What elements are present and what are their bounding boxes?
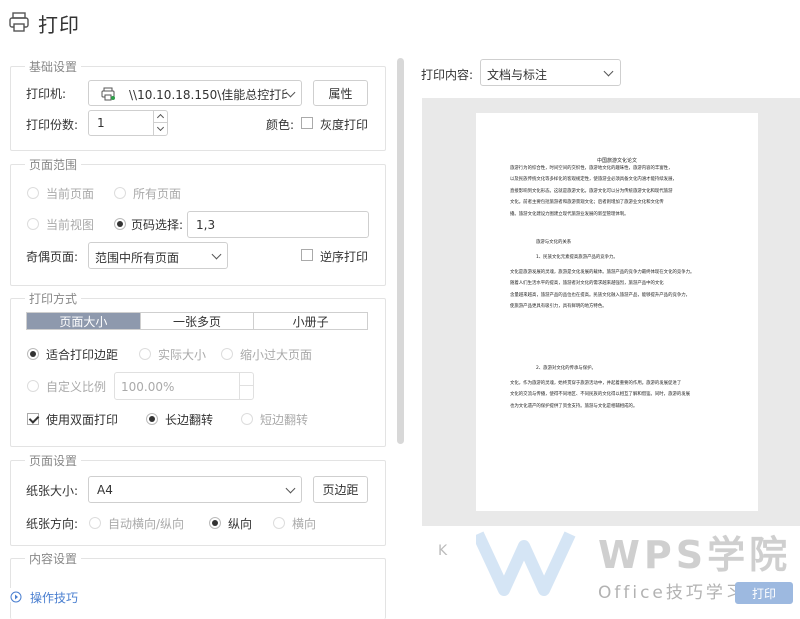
properties-button[interactable]: 属性 (313, 80, 368, 106)
copies-value: 1 (97, 116, 105, 130)
first-page-icon[interactable]: K (438, 543, 447, 559)
chevron-down-icon (285, 87, 296, 98)
current-view-label: 当前视图 (46, 218, 95, 232)
actual-size-label: 实际大小 (158, 348, 207, 362)
grayscale-checkbox[interactable] (301, 117, 313, 129)
section-title-range: 页面范围 (25, 156, 82, 173)
preview-paragraph: 1、民族文化元素提高旅游产品的竞争力。 (536, 255, 618, 260)
tab-booklet[interactable]: 小册子 (253, 313, 367, 329)
grayscale-label: 灰度打印 (320, 118, 369, 132)
paper-size-select[interactable]: A4 (88, 476, 302, 503)
printer-select[interactable]: \\10.10.18.150\佳能总控打印 (88, 80, 302, 106)
printer-icon (8, 11, 30, 36)
dialog-title: 打印 (38, 12, 80, 37)
copies-stepper[interactable]: 1 (88, 110, 168, 136)
auto-orientation-label: 自动横向/纵向 (108, 517, 185, 531)
preview-paragraph: 旅游行为的综合性，时间空间的交织性，旅游地文化的趣味性，旅游内容的丰富性， 以及… (510, 166, 677, 217)
portrait-label: 纵向 (228, 517, 253, 531)
page-select-value: 1,3 (196, 218, 216, 232)
chevron-down-icon (211, 249, 222, 260)
preview-paragraph: 文化，作为旅游的灵魂，始终贯穿于旅游活动中，并起着重要的作用。旅游的发展促进了 … (510, 381, 691, 409)
preview-page: 中国旅游文化论文 旅游行为的综合性，时间空间的交织性，旅游地文化的趣味性，旅游内… (476, 113, 758, 511)
radio-short-edge[interactable] (241, 413, 253, 425)
play-icon (10, 591, 22, 606)
tab-page-size[interactable]: 页面大小 (27, 313, 140, 329)
page-setup-section: 页面设置 (10, 452, 386, 546)
radio-actual-size[interactable] (139, 348, 151, 360)
printer-value: \\10.10.18.150\佳能总控打印 (129, 88, 287, 102)
odd-even-value: 范围中所有页面 (95, 251, 180, 265)
fit-margin-label: 适合打印边距 (46, 348, 119, 362)
section-title-content: 内容设置 (25, 550, 82, 567)
printer-label: 打印机: (26, 87, 67, 101)
odd-even-label: 奇偶页面: (26, 250, 79, 264)
long-edge-label: 长边翻转 (165, 413, 214, 427)
landscape-label: 横向 (292, 517, 317, 531)
odd-even-select[interactable]: 范围中所有页面 (88, 242, 228, 269)
page-select-input[interactable]: 1,3 (187, 211, 369, 238)
radio-all-pages[interactable] (114, 187, 126, 199)
radio-current-page[interactable] (27, 187, 39, 199)
paper-size-label: 纸张大小: (26, 484, 79, 498)
chevron-down-icon (603, 66, 614, 77)
printer-small-icon (101, 87, 115, 104)
watermark-brand: WPS学院 (598, 533, 792, 577)
reverse-checkbox[interactable] (301, 249, 313, 261)
print-content-value: 文档与标注 (487, 68, 548, 82)
print-content-select[interactable]: 文档与标注 (480, 59, 621, 86)
radio-long-edge[interactable] (146, 413, 158, 425)
dialog-title-bar: 打印 (8, 8, 80, 38)
section-title-mode: 打印方式 (25, 290, 82, 307)
all-pages-label: 所有页面 (133, 187, 182, 201)
copies-increment-button[interactable] (153, 111, 167, 123)
scale-stepper[interactable]: 100.00% (114, 372, 254, 400)
section-title-basic: 基础设置 (25, 58, 82, 75)
preview-paragraph: 文化是旅游发展的灵魂，旅游是文化发展的载体。旅游产品的竞争力最终体现在文化的竞争… (510, 270, 695, 310)
current-page-label: 当前页面 (46, 187, 95, 201)
duplex-label: 使用双面打印 (46, 413, 119, 427)
tab-multi-page[interactable]: 一张多页 (139, 313, 254, 329)
section-title-page-setup: 页面设置 (25, 452, 82, 469)
basic-settings-section: 基础设置 (10, 58, 386, 151)
paper-size-value: A4 (97, 483, 113, 497)
chevron-down-icon (285, 483, 296, 494)
orientation-label: 纸张方向: (26, 517, 79, 531)
margins-button[interactable]: 页边距 (313, 476, 368, 503)
radio-landscape[interactable] (273, 517, 285, 529)
short-edge-label: 短边翻转 (260, 413, 309, 427)
reverse-label: 逆序打印 (320, 250, 369, 264)
wps-logo-icon (476, 531, 576, 596)
print-mode-tabs: 页面大小 一张多页 小册子 (26, 312, 368, 330)
radio-shrink-large[interactable] (221, 348, 233, 360)
custom-scale-label: 自定义比例 (46, 380, 107, 394)
scale-value: 100.00% (121, 380, 175, 394)
copies-decrement-button[interactable] (153, 123, 167, 135)
duplex-checkbox[interactable] (27, 413, 39, 425)
radio-portrait[interactable] (209, 517, 221, 529)
tips-label: 操作技巧 (30, 591, 79, 605)
print-content-label: 打印内容: (421, 68, 474, 82)
page-select-label: 页码选择: (131, 218, 184, 232)
radio-auto-orientation[interactable] (89, 517, 101, 529)
scale-decrement-button[interactable] (239, 386, 253, 399)
settings-scrollbar[interactable] (397, 58, 404, 444)
print-button[interactable]: 打印 (735, 582, 793, 604)
scale-increment-button[interactable] (239, 373, 253, 386)
preview-paragraph: 2、旅游对文化的传承与保护。 (536, 366, 596, 371)
radio-custom-scale[interactable] (27, 380, 39, 392)
color-label: 颜色: (266, 118, 295, 132)
radio-current-view[interactable] (27, 218, 39, 230)
radio-page-select[interactable] (114, 218, 126, 230)
preview-paragraph: 旅游与文化的关系 (536, 240, 572, 245)
copies-label: 打印份数: (26, 118, 79, 132)
radio-fit-margin[interactable] (27, 348, 39, 360)
shrink-large-label: 缩小过大页面 (240, 348, 313, 362)
